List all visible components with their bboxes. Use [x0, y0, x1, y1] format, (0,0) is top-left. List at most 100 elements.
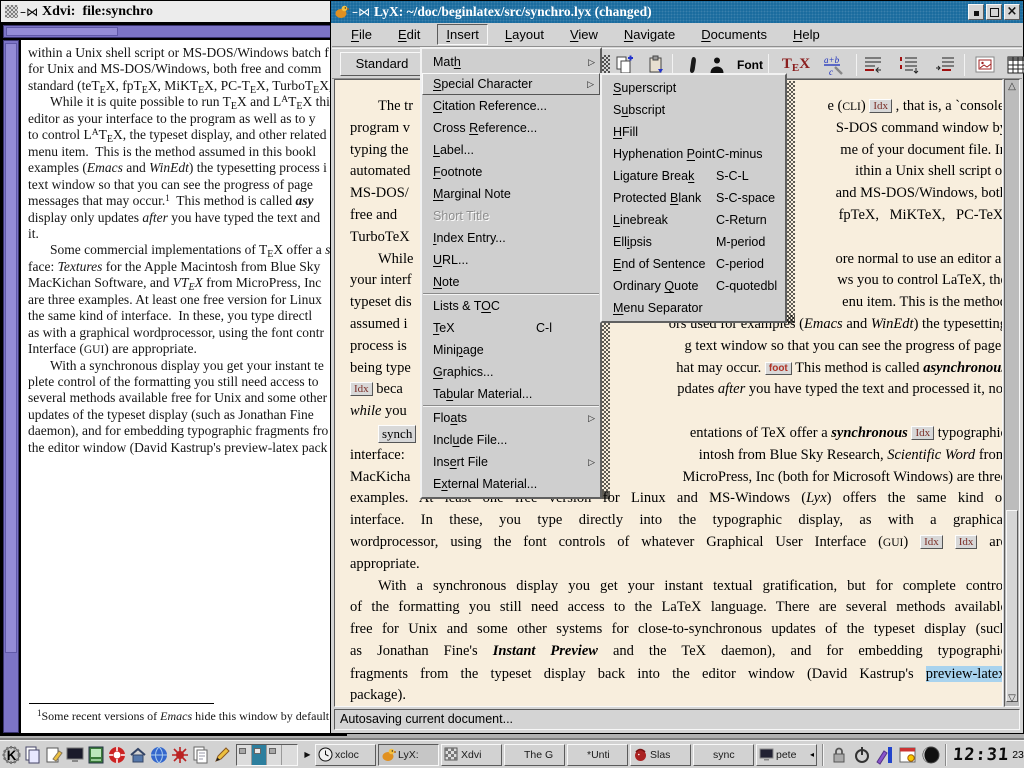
- task-button-xcloc[interactable]: xcloc: [315, 744, 376, 766]
- monitor-icon[interactable]: [64, 743, 85, 767]
- help-lifering-icon[interactable]: [106, 743, 127, 767]
- xdvi-vertical-scrollbar[interactable]: [3, 40, 19, 733]
- insert-figure-icon[interactable]: [972, 52, 998, 78]
- close-button[interactable]: ×: [1004, 4, 1020, 20]
- menubar-item-help[interactable]: Help: [784, 24, 829, 45]
- menubar-item-insert[interactable]: Insert: [437, 24, 488, 45]
- document-scrollbar[interactable]: △ ▽: [1004, 79, 1020, 707]
- menu-item-lists-toc[interactable]: Lists & TOC: [422, 295, 600, 317]
- minimize-button[interactable]: [968, 4, 984, 20]
- desktop-settings-icon[interactable]: [43, 743, 64, 767]
- taskbar-scroll-arrow-icon[interactable]: ▶: [302, 744, 313, 766]
- menu-item-menu-separator[interactable]: Menu Separator: [602, 297, 785, 319]
- idx-inset[interactable]: Idx: [869, 99, 892, 113]
- menu-item-ellipsis[interactable]: EllipsisM-period: [602, 231, 785, 253]
- task-button-unti[interactable]: *Unti: [567, 744, 628, 766]
- task-button-pete[interactable]: pete◂: [756, 744, 817, 766]
- maximize-button[interactable]: [986, 4, 1002, 20]
- scrollbar-thumb[interactable]: [1006, 510, 1018, 702]
- menu-item-index-entry[interactable]: Index Entry...: [422, 227, 600, 249]
- xdvi-hscroll-thumb[interactable]: [6, 27, 118, 36]
- menu-item-ligature-break[interactable]: Ligature BreakS-C-L: [602, 165, 785, 187]
- footnote-inset[interactable]: foot: [765, 362, 792, 375]
- pager-desktop-4[interactable]: [282, 745, 297, 765]
- idx-inset[interactable]: Idx: [920, 535, 943, 549]
- menu-item-math[interactable]: Math▷: [422, 51, 600, 73]
- text-run: MacKicha: [350, 469, 410, 485]
- moon-phase-icon[interactable]: [919, 743, 942, 766]
- menu-item-marginal-note[interactable]: Marginal Note: [422, 183, 600, 205]
- menubar-item-documents[interactable]: Documents: [692, 24, 776, 45]
- menu-item-hyphenation-point[interactable]: Hyphenation PointC-minus: [602, 143, 785, 165]
- menu-item-ordinary-quote[interactable]: Ordinary QuoteC-quotedbl: [602, 275, 785, 297]
- menubar-item-view[interactable]: View: [561, 24, 607, 45]
- xdvi-titlebar[interactable]: –⋈ Xdvi: file:synchro: [1, 1, 346, 23]
- menu-item-tex[interactable]: TeXC-l: [422, 317, 600, 339]
- menu-item-linebreak[interactable]: LinebreakC-Return: [602, 209, 785, 231]
- menubar-item-file[interactable]: File: [342, 24, 381, 45]
- menu-item-special-character[interactable]: Special Character▷: [422, 73, 600, 95]
- menu-item-citation-reference[interactable]: Citation Reference...: [422, 95, 600, 117]
- pager-desktop-2[interactable]: [252, 745, 267, 765]
- idx-inset[interactable]: Idx: [955, 535, 978, 549]
- menu-item-superscript[interactable]: Superscript: [602, 77, 785, 99]
- menu-item-url[interactable]: URL...: [422, 249, 600, 271]
- power-icon[interactable]: [850, 743, 873, 766]
- insert-table-icon[interactable]: [1004, 52, 1024, 78]
- documents-icon[interactable]: [190, 743, 211, 767]
- home-icon[interactable]: [127, 743, 148, 767]
- window-list-icon[interactable]: [22, 743, 43, 767]
- window-pin-icon[interactable]: –⋈: [352, 5, 370, 19]
- menu-item-hfill[interactable]: HFill: [602, 121, 785, 143]
- paragraph-layout-combo[interactable]: Standard: [340, 52, 424, 76]
- menu-item-graphics[interactable]: Graphics...: [422, 361, 600, 383]
- math-mode-icon[interactable]: a+bc: [820, 52, 846, 78]
- organizer-icon[interactable]: [896, 743, 919, 766]
- pager-desktop-3[interactable]: [267, 745, 282, 765]
- task-button-sync[interactable]: sync: [693, 744, 754, 766]
- menu-item-insert-file[interactable]: Insert File▷: [422, 451, 600, 473]
- task-button-xdvi[interactable]: Xdvi: [441, 744, 502, 766]
- menu-item-floats[interactable]: Floats▷: [422, 407, 600, 429]
- xdvi-horizontal-scrollbar[interactable]: [3, 25, 344, 38]
- globe-browser-icon[interactable]: [148, 743, 169, 767]
- menu-item-subscript[interactable]: Subscript: [602, 99, 785, 121]
- menu-item-include-file[interactable]: Include File...: [422, 429, 600, 451]
- terminal-icon[interactable]: [85, 743, 106, 767]
- pen-icon[interactable]: [211, 743, 232, 767]
- lock-icon[interactable]: [827, 743, 850, 766]
- lcd-clock[interactable]: 12:31: [952, 745, 1010, 765]
- menu-item-note[interactable]: Note: [422, 271, 600, 293]
- k-menu-icon[interactable]: K: [1, 743, 22, 767]
- menu-item-cross-reference[interactable]: Cross Reference...: [422, 117, 600, 139]
- paragraph-indent-icon[interactable]: [860, 52, 886, 78]
- menu-item-minipage[interactable]: Minipage: [422, 339, 600, 361]
- menu-item-footnote[interactable]: Footnote: [422, 161, 600, 183]
- increase-depth-icon[interactable]: [932, 52, 958, 78]
- scroll-down-arrow-icon[interactable]: ▽: [1005, 692, 1019, 706]
- task-button-the-g[interactable]: The G: [504, 744, 565, 766]
- menu-item-end-of-sentence[interactable]: End of SentenceC-period: [602, 253, 785, 275]
- menu-item-tabular-material[interactable]: Tabular Material...: [422, 383, 600, 405]
- enumerate-depth-icon[interactable]: [896, 52, 922, 78]
- xdvi-vscroll-thumb[interactable]: [5, 43, 17, 653]
- pager-desktop-1[interactable]: [237, 745, 252, 765]
- klipper-icon[interactable]: [873, 743, 896, 766]
- scroll-up-arrow-icon[interactable]: △: [1005, 80, 1019, 94]
- menubar-item-layout[interactable]: Layout: [496, 24, 553, 45]
- clock-date[interactable]: 23/03/03: [1012, 749, 1024, 761]
- menu-item-protected-blank[interactable]: Protected BlankS-C-space: [602, 187, 785, 209]
- menu-item-label[interactable]: Label...: [422, 139, 600, 161]
- menubar-item-edit[interactable]: Edit: [389, 24, 429, 45]
- kde-news-icon[interactable]: [169, 743, 190, 767]
- window-pin-icon[interactable]: –⋈: [20, 5, 38, 19]
- lyx-titlebar[interactable]: –⋈ LyX: ~/doc/beginlatex/src/synchro.lyx…: [331, 1, 1023, 23]
- collapsed-inset[interactable]: synch: [378, 425, 416, 443]
- menubar-item-navigate[interactable]: Navigate: [615, 24, 684, 45]
- idx-inset[interactable]: Idx: [911, 426, 934, 440]
- task-button-lyx[interactable]: LyX:: [378, 744, 439, 766]
- idx-inset[interactable]: Idx: [350, 382, 373, 396]
- menu-item-external-material[interactable]: External Material...: [422, 473, 600, 495]
- task-button-slas[interactable]: Slas: [630, 744, 691, 766]
- menu-shortcut: S-C-L: [716, 169, 749, 183]
